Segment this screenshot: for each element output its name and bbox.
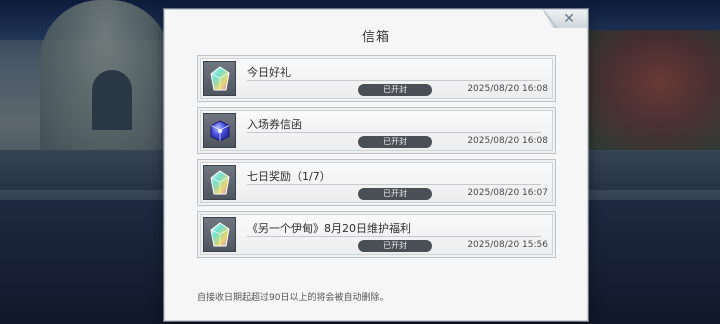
mail-subject: 七日奖励（1/7） <box>247 170 331 183</box>
mail-item-icon-frame <box>203 113 236 148</box>
mail-item[interactable]: 今日好礼 已开封 2025/08/20 16:08 <box>197 55 556 102</box>
mail-item-icon-frame <box>203 61 236 96</box>
prism-crystal-icon <box>209 169 230 194</box>
status-badge: 已开封 <box>358 84 432 96</box>
mail-item[interactable]: 入场券信函 已开封 2025/08/20 16:08 <box>197 107 556 154</box>
mail-item-icon-frame <box>203 165 236 200</box>
close-icon: ✕ <box>563 11 575 27</box>
mail-timestamp: 2025/08/20 16:08 <box>467 136 548 146</box>
status-badge: 已开封 <box>358 188 432 200</box>
mail-divider <box>247 80 541 81</box>
prism-crystal-icon <box>209 221 230 246</box>
dialog-title: 信箱 <box>361 30 390 45</box>
status-badge: 已开封 <box>358 240 432 252</box>
mail-subject: 入场券信函 <box>247 118 302 131</box>
mail-divider <box>247 132 541 133</box>
mail-subject: 今日好礼 <box>247 66 291 79</box>
blue-cube-ticket-icon <box>210 119 229 142</box>
mail-timestamp: 2025/08/20 16:08 <box>467 84 548 94</box>
status-badge: 已开封 <box>358 136 432 148</box>
mail-timestamp: 2025/08/20 15:56 <box>467 240 548 250</box>
mail-item[interactable]: 七日奖励（1/7） 已开封 2025/08/20 16:07 <box>197 159 556 206</box>
mail-timestamp: 2025/08/20 16:07 <box>467 188 548 198</box>
mail-item[interactable]: 《另一个伊甸》8月20日维护福利 已开封 2025/08/20 15:56 <box>197 211 556 258</box>
mail-list: 今日好礼 已开封 2025/08/20 16:08 入场券信函 已开封 2025… <box>197 55 556 263</box>
auto-delete-notice: 自接收日期起超过90日以上的将会被自动删除。 <box>197 293 389 303</box>
mail-divider <box>247 184 541 185</box>
mail-subject: 《另一个伊甸》8月20日维护福利 <box>247 222 411 235</box>
prism-crystal-icon <box>209 65 230 90</box>
mailbox-dialog: 信箱 ✕ 今日好礼 已开封 2025/08/20 16:08 入场券信函 已开封… <box>164 9 588 321</box>
mail-item-icon-frame <box>203 217 236 252</box>
mail-divider <box>247 236 541 237</box>
